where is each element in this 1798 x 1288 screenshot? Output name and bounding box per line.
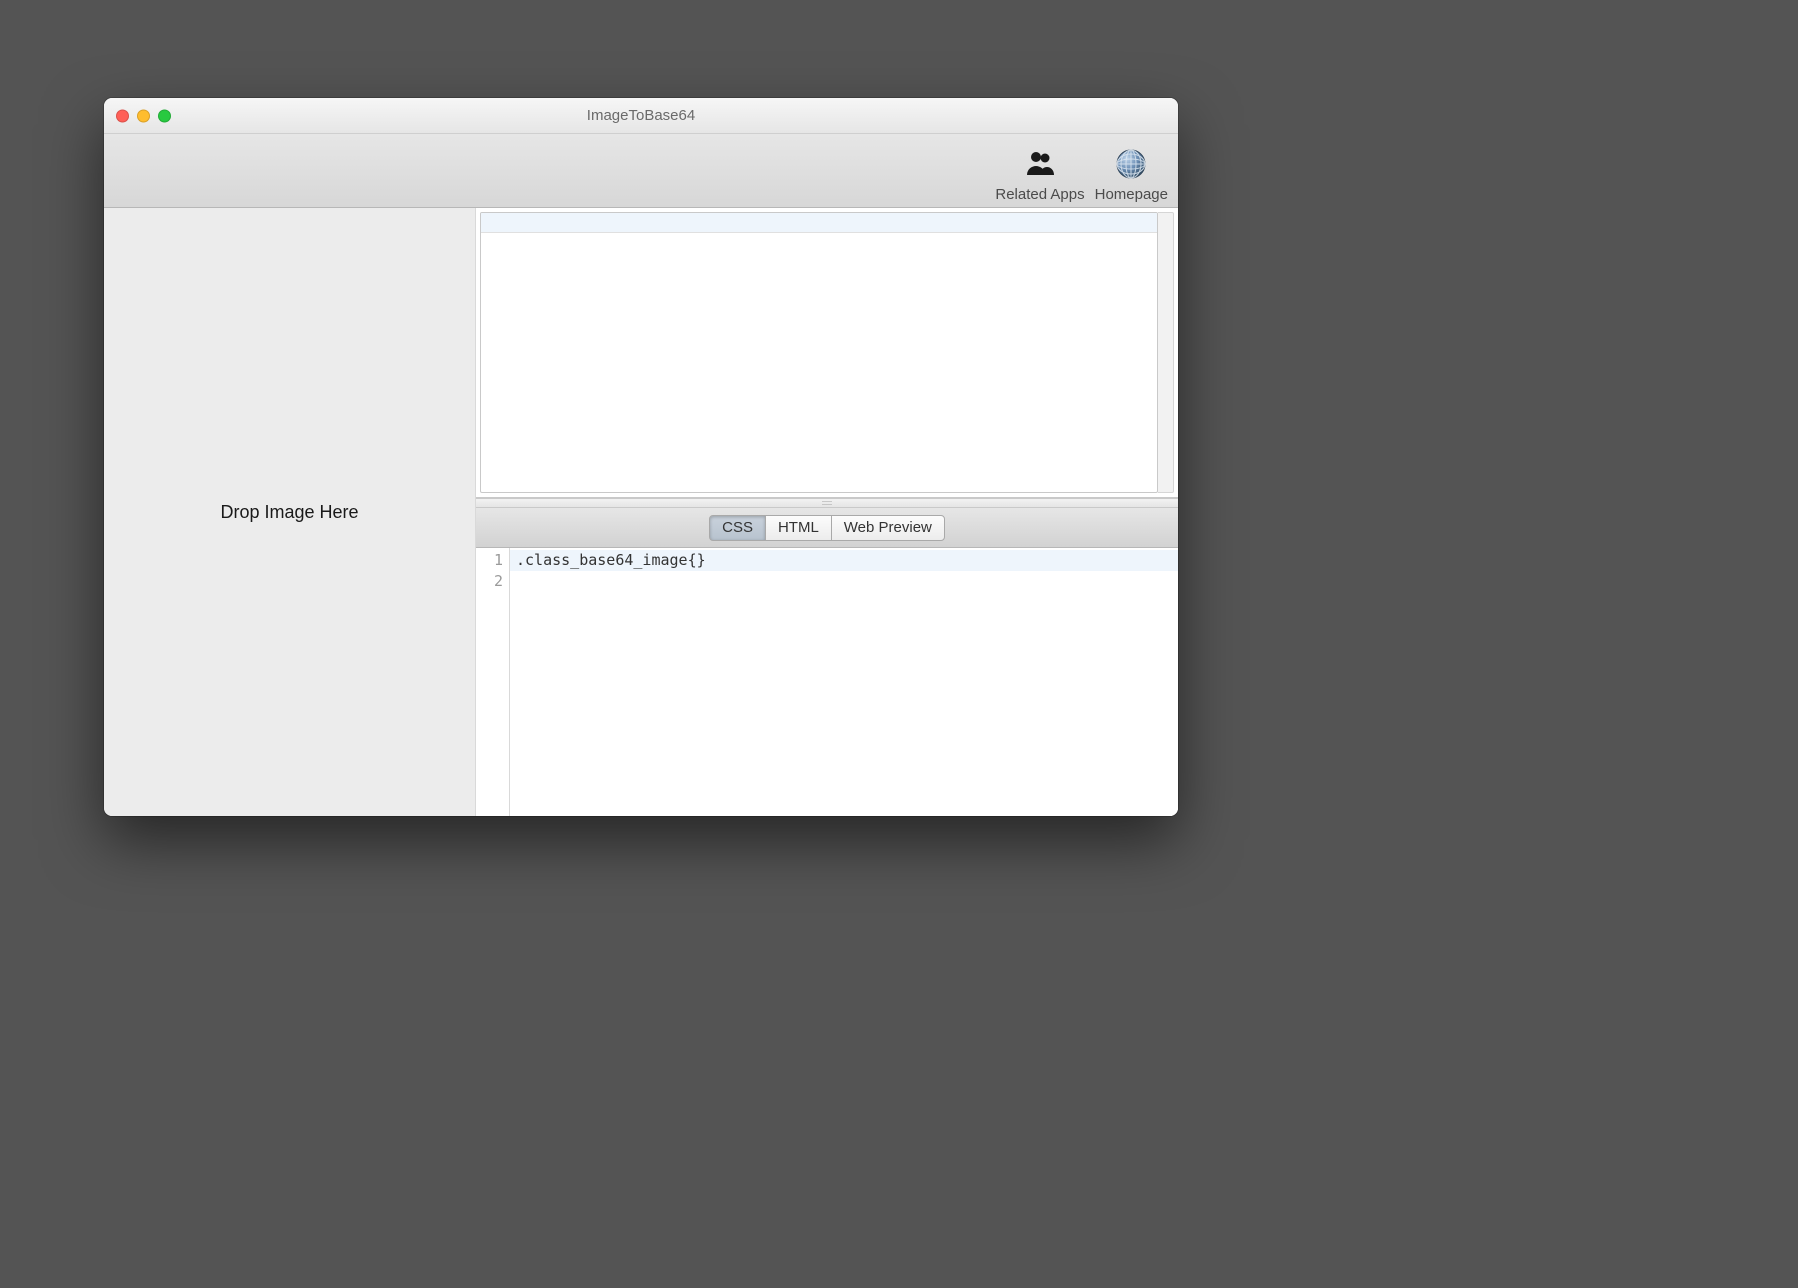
drop-image-label: Drop Image Here: [220, 502, 358, 523]
code-line: .class_base64_image{}: [510, 550, 1178, 571]
titlebar: ImageToBase64: [104, 98, 1178, 134]
people-icon: [1020, 144, 1060, 184]
zoom-icon[interactable]: [158, 109, 171, 122]
tab-html[interactable]: HTML: [765, 515, 832, 541]
related-apps-button[interactable]: Related Apps: [995, 144, 1084, 203]
code-line: [510, 571, 1178, 592]
homepage-button[interactable]: Homepage: [1095, 144, 1168, 203]
toolbar: Related Apps: [104, 134, 1178, 208]
base64-output-area[interactable]: [476, 208, 1178, 498]
tab-css[interactable]: CSS: [709, 515, 766, 541]
editor-gutter: 1 2: [476, 548, 510, 816]
globe-icon: [1111, 144, 1151, 184]
tab-web-preview-label: Web Preview: [844, 519, 932, 536]
window-controls: [116, 109, 171, 122]
editor-content[interactable]: .class_base64_image{}: [510, 548, 1178, 816]
segmented-control: CSS HTML Web Preview: [709, 515, 945, 541]
close-icon[interactable]: [116, 109, 129, 122]
homepage-label: Homepage: [1095, 186, 1168, 203]
drop-image-zone[interactable]: Drop Image Here: [104, 208, 476, 816]
code-editor[interactable]: 1 2 .class_base64_image{}: [476, 548, 1178, 816]
tab-web-preview[interactable]: Web Preview: [831, 515, 945, 541]
tab-html-label: HTML: [778, 519, 819, 536]
related-apps-label: Related Apps: [995, 186, 1084, 203]
window-body: Drop Image Here CSS: [104, 208, 1178, 816]
output-tab-bar: CSS HTML Web Preview: [476, 508, 1178, 548]
minimize-icon[interactable]: [137, 109, 150, 122]
window-title: ImageToBase64: [587, 107, 695, 124]
base64-output-textview[interactable]: [480, 212, 1158, 493]
output-scrollbar[interactable]: [1158, 212, 1174, 493]
splitter-grip-icon: [822, 501, 832, 505]
right-panel: CSS HTML Web Preview 1 2: [476, 208, 1178, 816]
app-window: ImageToBase64 Related Apps: [104, 98, 1178, 816]
horizontal-splitter[interactable]: [476, 498, 1178, 508]
tab-css-label: CSS: [722, 519, 753, 536]
line-number: 2: [476, 571, 509, 592]
output-highlight-row: [481, 213, 1157, 233]
line-number: 1: [476, 550, 509, 571]
